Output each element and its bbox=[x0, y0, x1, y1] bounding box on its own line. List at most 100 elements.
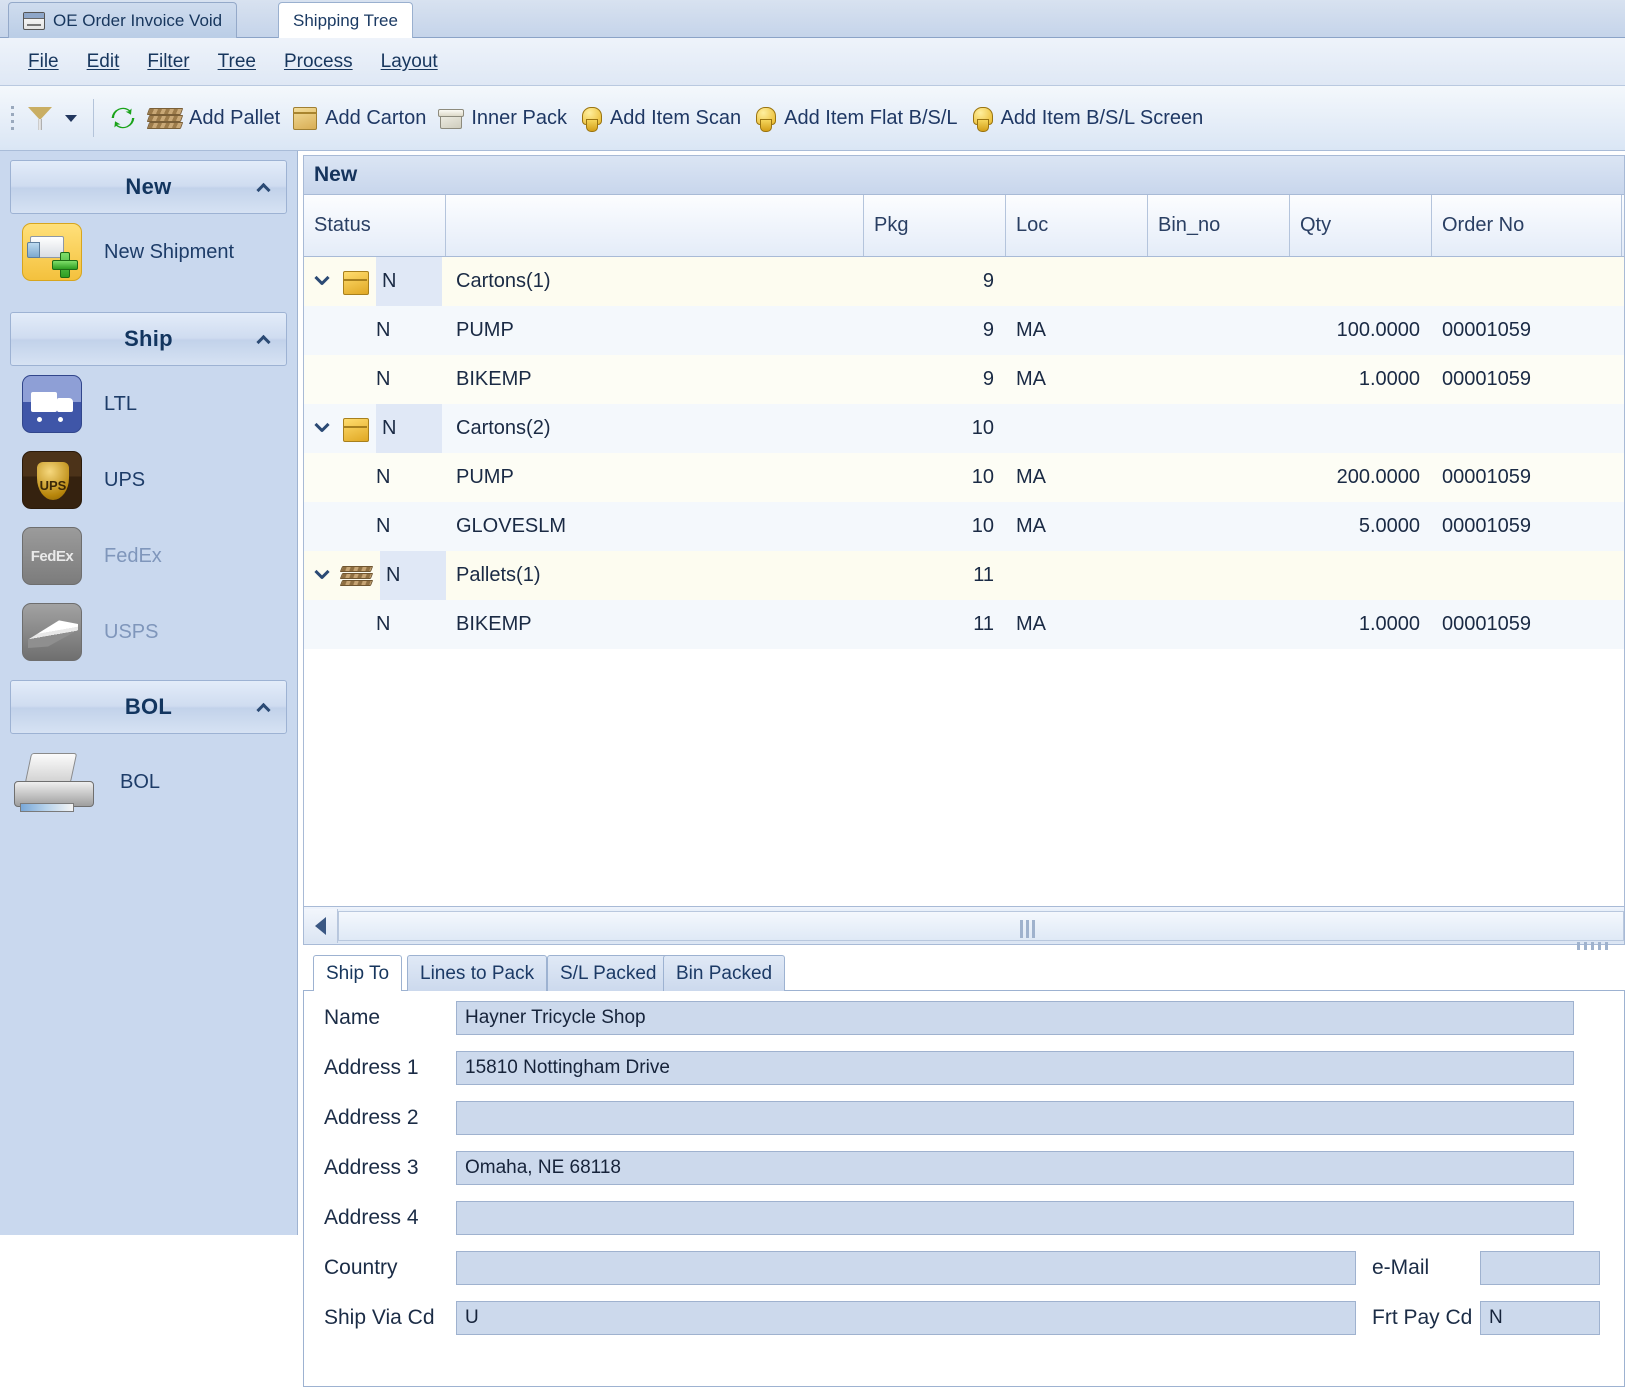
sidebar-item-new-shipment[interactable]: New Shipment bbox=[0, 214, 297, 290]
tab-shipping-tree[interactable]: Shipping Tree bbox=[278, 2, 413, 38]
table-row[interactable]: N Cartons(1) 9 bbox=[304, 257, 1624, 306]
table-row[interactable]: N GLOVESLM 10 MA 5.0000 00001059 bbox=[304, 502, 1624, 551]
menu-edit[interactable]: Edit bbox=[73, 47, 134, 77]
chevron-down-icon[interactable] bbox=[65, 114, 77, 122]
address4-field[interactable] bbox=[456, 1201, 1574, 1235]
chevron-up-icon bbox=[256, 334, 270, 344]
sidebar-item-fedex[interactable]: FedEx bbox=[0, 518, 297, 594]
column-header-description[interactable] bbox=[446, 195, 864, 256]
scrollbar-track[interactable] bbox=[338, 908, 1624, 943]
cell-qty bbox=[1290, 551, 1432, 600]
sidebar-item-bol[interactable]: BOL bbox=[0, 734, 297, 830]
filter-button[interactable] bbox=[20, 94, 83, 142]
tab-oe-order-invoice-void[interactable]: OE Order Invoice Void bbox=[8, 2, 238, 38]
cell-status: N bbox=[304, 600, 446, 649]
column-header-order-no[interactable]: Order No bbox=[1432, 195, 1622, 256]
chevron-up-icon bbox=[256, 182, 270, 192]
scroll-left-arrow-icon[interactable] bbox=[304, 908, 338, 943]
ltl-truck-icon bbox=[22, 375, 82, 433]
add-carton-button[interactable]: Add Carton bbox=[286, 94, 432, 142]
tab-ship-to[interactable]: Ship To bbox=[313, 955, 403, 991]
cell-order-no bbox=[1432, 551, 1622, 600]
frt-pay-cd-field[interactable]: N bbox=[1480, 1301, 1600, 1335]
cell-status: N bbox=[304, 355, 446, 404]
refresh-button[interactable] bbox=[104, 94, 142, 142]
address3-field[interactable]: Omaha, NE 68118 bbox=[456, 1151, 1574, 1185]
expand-collapse-icon[interactable] bbox=[314, 419, 334, 439]
cell-bin-no bbox=[1148, 502, 1290, 551]
ship-via-cd-field[interactable]: U bbox=[456, 1301, 1356, 1335]
address1-field[interactable]: 15810 Nottingham Drive bbox=[456, 1051, 1574, 1085]
ship-to-form: Name Hayner Tricycle Shop Address 1 1581… bbox=[303, 991, 1625, 1387]
cell-bin-no bbox=[1148, 257, 1290, 306]
badge-icon bbox=[579, 105, 603, 132]
cell-bin-no bbox=[1148, 551, 1290, 600]
menu-process[interactable]: Process bbox=[270, 47, 367, 77]
nav-group-ship-header[interactable]: Ship bbox=[10, 312, 287, 366]
tab-sl-packed[interactable]: S/L Packed bbox=[547, 955, 670, 991]
table-row[interactable]: N PUMP 10 MA 200.0000 00001059 bbox=[304, 453, 1624, 502]
carton-icon bbox=[340, 268, 370, 296]
nav-group-new-header[interactable]: New bbox=[10, 160, 287, 214]
usps-icon bbox=[22, 603, 82, 661]
menu-tree[interactable]: Tree bbox=[204, 47, 270, 77]
email-field[interactable] bbox=[1480, 1251, 1600, 1285]
cell-loc bbox=[1006, 404, 1148, 453]
cell-loc: MA bbox=[1016, 613, 1046, 635]
sidebar-item-usps[interactable]: USPS bbox=[0, 594, 297, 670]
sidebar-item-ups[interactable]: UPS bbox=[0, 442, 297, 518]
menu-filter[interactable]: Filter bbox=[133, 47, 203, 77]
column-header-loc[interactable]: Loc bbox=[1006, 195, 1148, 256]
cell-bin-no bbox=[1148, 600, 1290, 649]
expand-collapse-icon[interactable] bbox=[314, 566, 334, 586]
table-row[interactable]: N Pallets(1) 11 bbox=[304, 551, 1624, 600]
menu-file[interactable]: File bbox=[14, 47, 73, 77]
add-pallet-button[interactable]: Add Pallet bbox=[142, 94, 286, 142]
tab-bin-packed[interactable]: Bin Packed bbox=[663, 955, 786, 991]
nav-group-bol-title: BOL bbox=[124, 694, 173, 719]
badge-icon bbox=[970, 105, 994, 132]
table-row[interactable]: N BIKEMP 9 MA 1.0000 00001059 bbox=[304, 355, 1624, 404]
cell-description: Cartons(2) bbox=[456, 417, 551, 439]
ship-via-cd-label: Ship Via Cd bbox=[324, 1306, 435, 1329]
name-label: Name bbox=[324, 1006, 381, 1029]
add-item-scan-button[interactable]: Add Item Scan bbox=[573, 94, 747, 142]
inner-pack-button[interactable]: Inner Pack bbox=[432, 94, 573, 142]
table-row[interactable]: N PUMP 9 MA 100.0000 00001059 bbox=[304, 306, 1624, 355]
name-field[interactable]: Hayner Tricycle Shop bbox=[456, 1001, 1574, 1035]
expand-collapse-icon[interactable] bbox=[314, 272, 334, 292]
column-header-label: Order No bbox=[1442, 214, 1525, 236]
toolbar-separator bbox=[93, 99, 94, 137]
grid-header-row: Status Pkg Loc Bin_no Qty Order No bbox=[304, 195, 1624, 257]
add-item-flat-bsl-label: Add Item Flat B/S/L bbox=[784, 106, 958, 129]
country-field[interactable] bbox=[456, 1251, 1356, 1285]
menu-layout[interactable]: Layout bbox=[367, 47, 452, 77]
splitter-grip-icon[interactable] bbox=[1577, 942, 1611, 950]
tab-lines-to-pack[interactable]: Lines to Pack bbox=[407, 955, 548, 991]
table-row[interactable]: N BIKEMP 11 MA 1.0000 00001059 bbox=[304, 600, 1624, 649]
cell-pkg: 10 bbox=[971, 515, 994, 537]
scrollbar-thumb[interactable] bbox=[338, 910, 1624, 941]
cell-pkg: 11 bbox=[973, 613, 994, 635]
address2-field[interactable] bbox=[456, 1101, 1574, 1135]
nav-group-new-title: New bbox=[125, 174, 172, 199]
column-header-pkg[interactable]: Pkg bbox=[864, 195, 1006, 256]
column-header-qty[interactable]: Qty bbox=[1290, 195, 1432, 256]
toolbar-drag-handle[interactable] bbox=[4, 98, 20, 138]
nav-group-bol-header[interactable]: BOL bbox=[10, 680, 287, 734]
inner-pack-icon bbox=[438, 105, 465, 131]
status-badge: N bbox=[376, 515, 391, 537]
cell-description: Cartons(1) bbox=[456, 270, 551, 292]
column-header-status[interactable]: Status bbox=[304, 195, 446, 256]
column-header-bin-no[interactable]: Bin_no bbox=[1148, 195, 1290, 256]
grid-horizontal-scrollbar[interactable] bbox=[303, 907, 1625, 945]
table-row[interactable]: N Cartons(2) 10 bbox=[304, 404, 1624, 453]
cell-description: BIKEMP bbox=[456, 613, 532, 635]
sidebar-item-ltl[interactable]: LTL bbox=[0, 366, 297, 442]
add-item-bsl-screen-button[interactable]: Add Item B/S/L Screen bbox=[964, 94, 1210, 142]
add-item-flat-bsl-button[interactable]: Add Item Flat B/S/L bbox=[747, 94, 963, 142]
cell-order-no: 00001059 bbox=[1442, 613, 1531, 635]
status-badge: N bbox=[380, 551, 446, 600]
tab-label: S/L Packed bbox=[560, 962, 657, 984]
menu-filter-label: Filter bbox=[147, 50, 190, 72]
